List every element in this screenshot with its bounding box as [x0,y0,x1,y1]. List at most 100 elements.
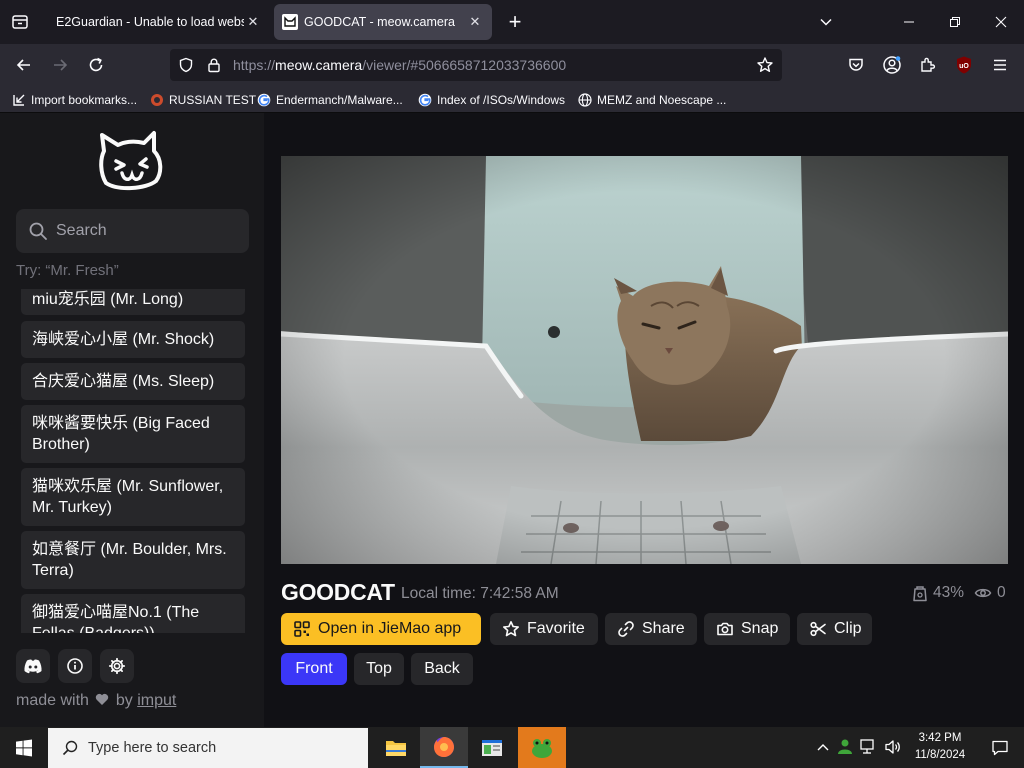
info-icon [67,658,83,674]
star-icon [503,621,519,637]
arrow-left-icon [16,59,30,71]
taskbar-search-box[interactable]: Type here to search [48,728,368,768]
close-tab-icon[interactable]: ✕ [244,14,262,30]
taskbar-search-placeholder: Type here to search [88,740,217,756]
svg-text:uO: uO [959,63,969,70]
minimize-icon [904,21,914,23]
globe-icon [578,93,592,107]
bookmark-label: Index of /ISOs/Windows [437,93,566,107]
view-top-button[interactable]: Top [354,653,404,685]
camera-list-item[interactable]: 猫咪欢乐屋 (Mr. Sunflower, Mr. Turkey) [21,468,245,526]
bookmark-russian-test[interactable]: RUSSIAN TEST [150,90,256,110]
taskbar-clock[interactable]: 3:42 PM 11/8/2024 [906,730,974,764]
bookmark-import[interactable]: Import bookmarks... [12,90,137,110]
view-front-button[interactable]: Front [281,653,347,685]
start-button[interactable] [0,727,48,768]
chevron-up-icon[interactable] [816,741,830,753]
tab-goodcat[interactable]: GOODCAT - meow.camera ✕ [274,4,492,40]
bookmark-memz[interactable]: MEMZ and Noescape ... [578,90,726,110]
ublock-origin-button[interactable]: uO [948,49,980,81]
search-input[interactable] [56,209,242,253]
meow-camera-logo[interactable] [96,129,168,193]
bookmark-isos[interactable]: Index of /ISOs/Windows [418,90,565,110]
url-path: /viewer/#5066658712033736600 [362,57,567,73]
google-favicon [418,93,432,107]
bookmark-star-icon[interactable] [756,56,774,74]
bookmark-label: MEMZ and Noescape ... [597,93,727,107]
snap-button[interactable]: Snap [704,613,790,645]
file-explorer-taskbar-button[interactable] [372,727,420,768]
close-tab-icon[interactable]: ✕ [466,14,484,30]
restore-window-button[interactable] [932,0,978,44]
ublock-origin-icon: uO [957,56,971,74]
sidebar: Try: “Mr. Fresh” miu宠乐园 (Mr. Long) 海峡爱心小… [0,113,264,727]
gear-icon [108,657,126,675]
clock-date: 11/8/2024 [914,749,966,761]
viewer-count: 0 [997,584,1006,601]
url-scheme: https:// [233,57,276,73]
address-bar[interactable]: https://meow.camera/viewer/#506665871203… [170,49,782,81]
volume-icon[interactable] [884,739,902,755]
bookmark-endermanch[interactable]: Endermanch/Malware... [257,90,403,110]
people-tray-icon[interactable] [836,738,854,756]
frog-app-taskbar-button[interactable] [518,727,566,768]
link-icon [618,621,634,637]
back-button[interactable] [8,49,40,81]
viewer-main: GOODCAT Local time: 7:42:58 AM 43% 0 Ope… [264,113,1024,727]
scissors-icon [810,621,826,637]
clip-button[interactable]: Clip [797,613,872,645]
app-taskbar-button[interactable] [468,727,516,768]
camera-list-item[interactable]: 如意餐厅 (Mr. Boulder, Mrs. Terra) [21,531,245,589]
discord-button[interactable] [16,649,50,683]
camera-list-item[interactable]: miu宠乐园 (Mr. Long) [21,289,245,315]
forward-button[interactable] [44,49,76,81]
shield-icon[interactable] [178,57,194,73]
camera-list-item[interactable]: 海峡爱心小屋 (Mr. Shock) [21,321,245,358]
tab-manager-icon [12,15,28,29]
reload-button[interactable] [80,49,112,81]
pocket-button[interactable] [840,49,872,81]
imput-link[interactable]: imput [137,692,176,709]
view-back-button[interactable]: Back [411,653,473,685]
bookmark-label: Import bookmarks... [31,93,138,107]
screen: E2Guardian - Unable to load website ✕ GO… [0,0,1024,768]
clock-time: 3:42 PM [918,732,962,744]
network-icon[interactable] [860,739,878,755]
lock-icon[interactable] [206,57,222,73]
hamburger-menu-icon [994,59,1006,71]
camera-video-feed[interactable] [281,156,1008,564]
account-button[interactable] [876,49,908,81]
tab-e2guardian[interactable]: E2Guardian - Unable to load website ✕ [42,4,270,40]
notifications-button[interactable] [976,727,1024,768]
list-all-tabs-button[interactable] [0,0,40,44]
extensions-button[interactable] [912,49,944,81]
notification-icon [992,740,1008,755]
chevron-down-icon [820,18,832,26]
camera-search-box[interactable] [16,209,249,253]
search-icon [29,222,47,240]
restore-icon [950,17,960,27]
camera-stats: 43% 0 [912,584,1006,602]
camera-list-item[interactable]: 御猫爱心喵屋No.1 (The Fellas (Badgers)) [21,594,245,633]
minimize-window-button[interactable] [886,0,932,44]
firefox-icon [434,736,454,757]
close-icon [995,16,1007,28]
snap-label: Snap [741,620,779,637]
tab-overflow-button[interactable] [812,0,840,44]
info-button[interactable] [58,649,92,683]
favorite-button[interactable]: Favorite [490,613,598,645]
camera-list-item[interactable]: 合庆爱心猫屋 (Ms. Sleep) [21,363,245,400]
open-menu-button[interactable] [984,49,1016,81]
camera-list-item[interactable]: 咪咪酱要快乐 (Big Faced Brother) [21,405,245,463]
puzzle-icon [921,57,936,72]
close-window-button[interactable] [978,0,1024,44]
new-tab-button[interactable]: + [500,0,530,44]
pocket-icon [849,58,863,71]
settings-button[interactable] [100,649,134,683]
firefox-taskbar-button[interactable] [420,727,468,768]
camera-list[interactable]: miu宠乐园 (Mr. Long) 海峡爱心小屋 (Mr. Shock) 合庆爱… [16,289,250,633]
open-in-jiemao-button[interactable]: Open in JieMao app [281,613,481,645]
bookmark-label: Endermanch/Malware... [276,93,403,107]
share-button[interactable]: Share [605,613,697,645]
russian-test-favicon [151,94,163,106]
